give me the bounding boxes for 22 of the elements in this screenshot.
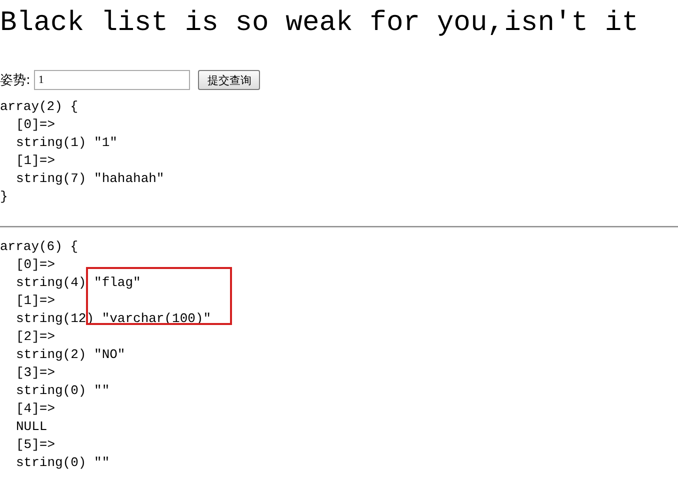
dump-line: string(2) "NO": [15, 346, 126, 364]
dump-line: NULL: [15, 418, 48, 436]
dump-line: string(7) "hahahah": [15, 170, 166, 188]
dump-line: array(6) {: [0, 238, 80, 256]
dump-line: [0]=>: [15, 116, 56, 134]
dump-line: string(4) "flag": [15, 274, 142, 292]
dump-line: }: [0, 188, 9, 206]
dump-line: [1]=>: [15, 152, 56, 170]
dump-line: [4]=>: [15, 400, 56, 418]
page-title: Black list is so weak for you,isn't it: [0, 7, 640, 41]
dump-line: string(0) "": [15, 454, 111, 472]
dump-line: array(2) {: [0, 98, 80, 116]
input-field[interactable]: 1: [34, 70, 190, 90]
dump-line: [5]=>: [15, 436, 56, 454]
dump-line: [3]=>: [15, 364, 56, 382]
dump-line: string(0) "": [15, 382, 111, 400]
submit-button[interactable]: 提交查询: [198, 70, 260, 90]
dump-line: [0]=>: [15, 256, 56, 274]
dump-line: string(1) "1": [15, 134, 118, 152]
field-label: 姿势:: [0, 72, 30, 89]
dump-line: [2]=>: [15, 328, 56, 346]
dump-line: [1]=>: [15, 292, 56, 310]
